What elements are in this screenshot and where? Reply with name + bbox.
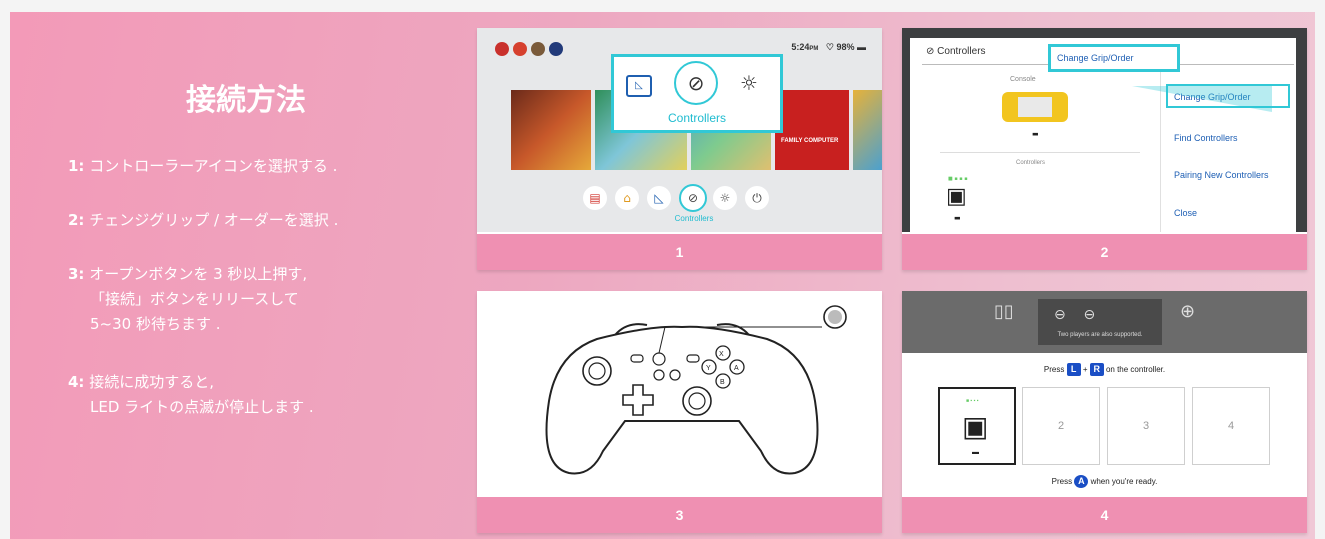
gamepad-icon: ⊖ ⊖	[1054, 307, 1096, 323]
pro-controller-icon: ⊕	[1180, 301, 1196, 322]
joycon-icon: ▯▯	[994, 301, 1014, 322]
clock: 5:24	[791, 42, 810, 52]
card-footer: 3	[477, 497, 882, 533]
card-2: ⊘ Controllers Console ▬ Controllers ■ ▪ …	[902, 28, 1307, 270]
step-number: 1:	[68, 157, 85, 175]
svg-text:Y: Y	[706, 365, 711, 372]
shop-icon[interactable]: ⌂	[615, 186, 639, 210]
l-button: L	[1066, 363, 1081, 376]
step-text: コントローラーアイコンを選択する .	[89, 157, 338, 175]
step-text: 接続に成功すると,	[89, 373, 214, 391]
menu-close[interactable]: Close	[1174, 208, 1197, 218]
player-slot-3: 3	[1107, 387, 1185, 465]
tile-caption: FAMILY COMPUTER	[781, 138, 839, 144]
gamepad-icon: ▣	[946, 184, 967, 209]
console-label: Console	[1010, 76, 1036, 83]
a-button: A	[1074, 475, 1089, 488]
controllers-label: Controllers	[1016, 160, 1046, 166]
game-tile[interactable]	[511, 90, 591, 170]
screen-header: ⊘ Controllers	[926, 46, 986, 57]
menu-find-controllers[interactable]: Find Controllers	[1174, 133, 1238, 143]
step-number: 3:	[68, 265, 85, 283]
album-icon: ◺	[626, 75, 652, 97]
svg-text:X: X	[719, 351, 724, 358]
battery-level: 98%	[836, 42, 855, 52]
step-text: オープンボタンを 3 秒以上押す,	[89, 265, 308, 283]
wifi-icon: ♡	[825, 42, 834, 52]
step-text: チェンジグリップ / オーダーを選択 .	[89, 211, 339, 229]
user-avatar	[549, 42, 563, 56]
album-icon[interactable]: ◺	[647, 186, 671, 210]
svg-text:A: A	[734, 365, 739, 372]
popup-label: Controllers	[667, 111, 727, 125]
card-4: ▯▯ ⊖ ⊖ Two players are also supported. ⊕…	[902, 291, 1307, 533]
user-avatar	[513, 42, 527, 56]
divider	[940, 152, 1140, 153]
status-bar: 5:24PM ♡ 98% ▬	[791, 42, 866, 52]
battery-icon: ▬	[857, 42, 866, 52]
player-slot-1: ■ ▪ ▪ ▪ ▣ ▬	[938, 387, 1016, 465]
battery-icon: ▬	[954, 214, 961, 222]
step-4: 4: 接続に成功すると, LED ライトの点滅が停止します .	[68, 370, 314, 420]
controller-icon[interactable]: ⊘	[674, 61, 718, 105]
game-tile[interactable]	[853, 90, 882, 170]
battery-icon: ▬	[1032, 130, 1039, 138]
settings-icon[interactable]: ☼	[713, 186, 737, 210]
controller-diagram: X A Y B	[477, 291, 882, 495]
user-avatar	[531, 42, 545, 56]
step-number: 2:	[68, 211, 85, 229]
svg-text:B: B	[720, 379, 725, 386]
press-instruction: Press L + R on the controller.	[1043, 363, 1166, 376]
card-footer: 4	[902, 497, 1307, 533]
power-icon[interactable]: ⏻	[745, 186, 769, 210]
r-button: R	[1089, 363, 1104, 376]
step-1: 1: コントローラーアイコンを選択する .	[68, 154, 337, 179]
controllers-popup: ◺ ⊘ ☼ Controllers	[611, 54, 783, 133]
grip-header: ▯▯ ⊖ ⊖ Two players are also supported. ⊕	[902, 291, 1307, 353]
divider	[1160, 48, 1161, 232]
card-footer: 1	[477, 234, 882, 270]
card-1: 5:24PM ♡ 98% ▬ FAMILY COMPUTER ◺ ⊘ ☼ Con…	[477, 28, 882, 270]
step-text: 「接続」ボタンをリリースして	[90, 290, 299, 308]
players-box: ⊖ ⊖ Two players are also supported.	[1038, 299, 1162, 345]
console-image	[1002, 92, 1068, 122]
page-title: 接続方法	[186, 83, 306, 118]
menu-pairing-new-controllers[interactable]: Pairing New Controllers	[1174, 170, 1269, 180]
players-note: Two players are also supported.	[1057, 332, 1143, 338]
callout-beam	[1132, 86, 1272, 112]
game-tile[interactable]: FAMILY COMPUTER	[775, 90, 849, 170]
card-3: X A Y B 3	[477, 291, 882, 533]
pairing-screen: ▯▯ ⊖ ⊖ Two players are also supported. ⊕…	[902, 291, 1307, 495]
step-text: 5~30 秒待ちます .	[90, 315, 221, 333]
tooltip-change-grip-order: Change Grip/Order	[1048, 44, 1180, 72]
player-slot-2: 2	[1022, 387, 1100, 465]
dock-label: Controllers	[674, 214, 714, 223]
gamepad-illustration: X A Y B	[545, 305, 847, 475]
settings-icon: ☼	[740, 71, 758, 95]
player-slot-4: 4	[1192, 387, 1270, 465]
news-icon[interactable]: ▤	[583, 186, 607, 210]
instruction-banner: 接続方法 1: コントローラーアイコンを選択する . 2: チェンジグリップ /…	[10, 12, 1315, 539]
home-screen: 5:24PM ♡ 98% ▬ FAMILY COMPUTER ◺ ⊘ ☼ Con…	[477, 28, 882, 232]
ready-instruction: Press A when you're ready.	[1051, 475, 1158, 488]
step-text: LED ライトの点滅が停止します .	[90, 398, 314, 416]
step-2: 2: チェンジグリップ / オーダーを選択 .	[68, 208, 338, 233]
controllers-screen: ⊘ Controllers Console ▬ Controllers ■ ▪ …	[902, 28, 1307, 232]
player-lights: ■ ▪ ▪ ▪	[948, 176, 968, 182]
user-avatar	[495, 42, 509, 56]
controller-icon: ⊘	[926, 46, 935, 57]
controllers-dock-button[interactable]: ⊘	[679, 184, 707, 212]
card-footer: 2	[902, 234, 1307, 270]
step-3: 3: オープンボタンを 3 秒以上押す, 「接続」ボタンをリリースして 5~30…	[68, 262, 307, 337]
step-number: 4:	[68, 373, 85, 391]
